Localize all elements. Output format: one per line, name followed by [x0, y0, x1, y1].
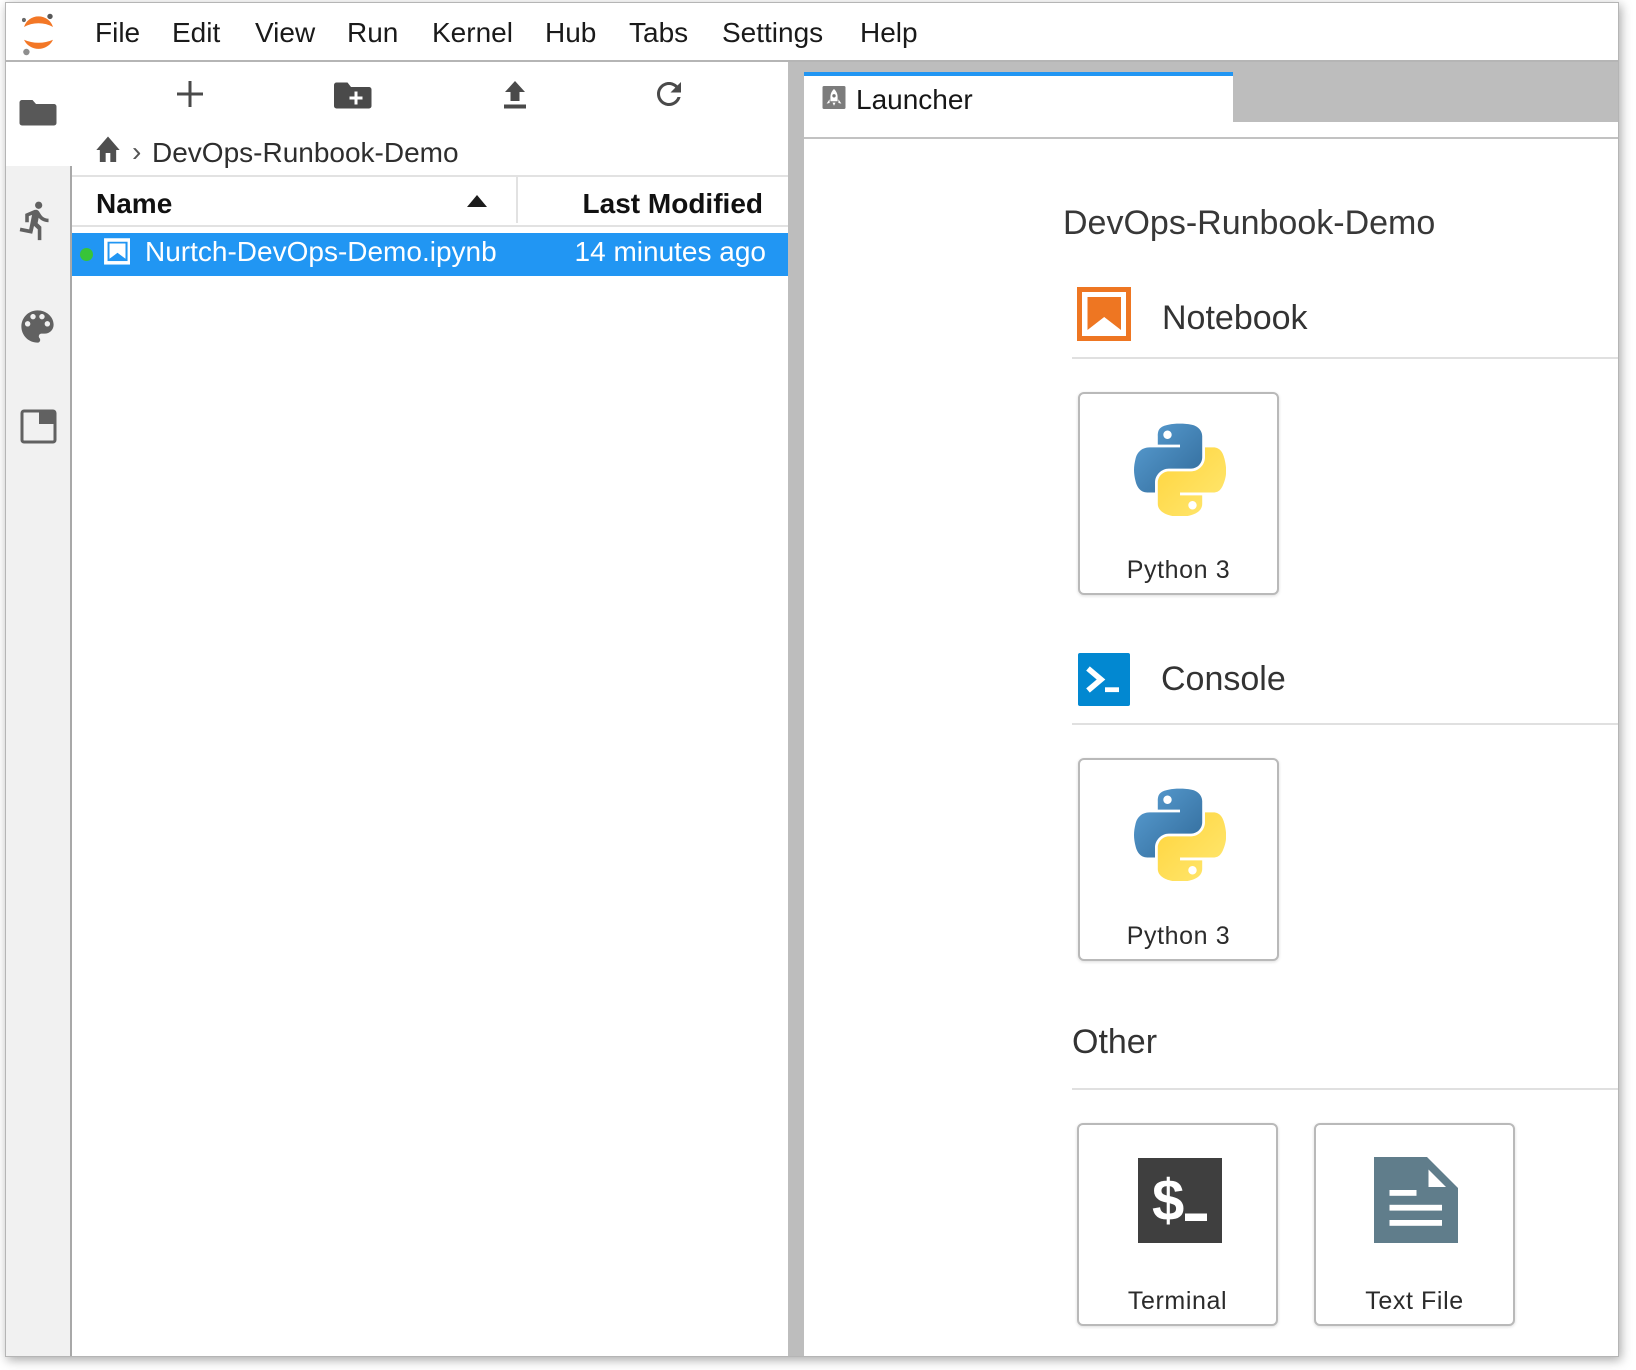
svg-text:$: $	[1152, 1168, 1184, 1233]
